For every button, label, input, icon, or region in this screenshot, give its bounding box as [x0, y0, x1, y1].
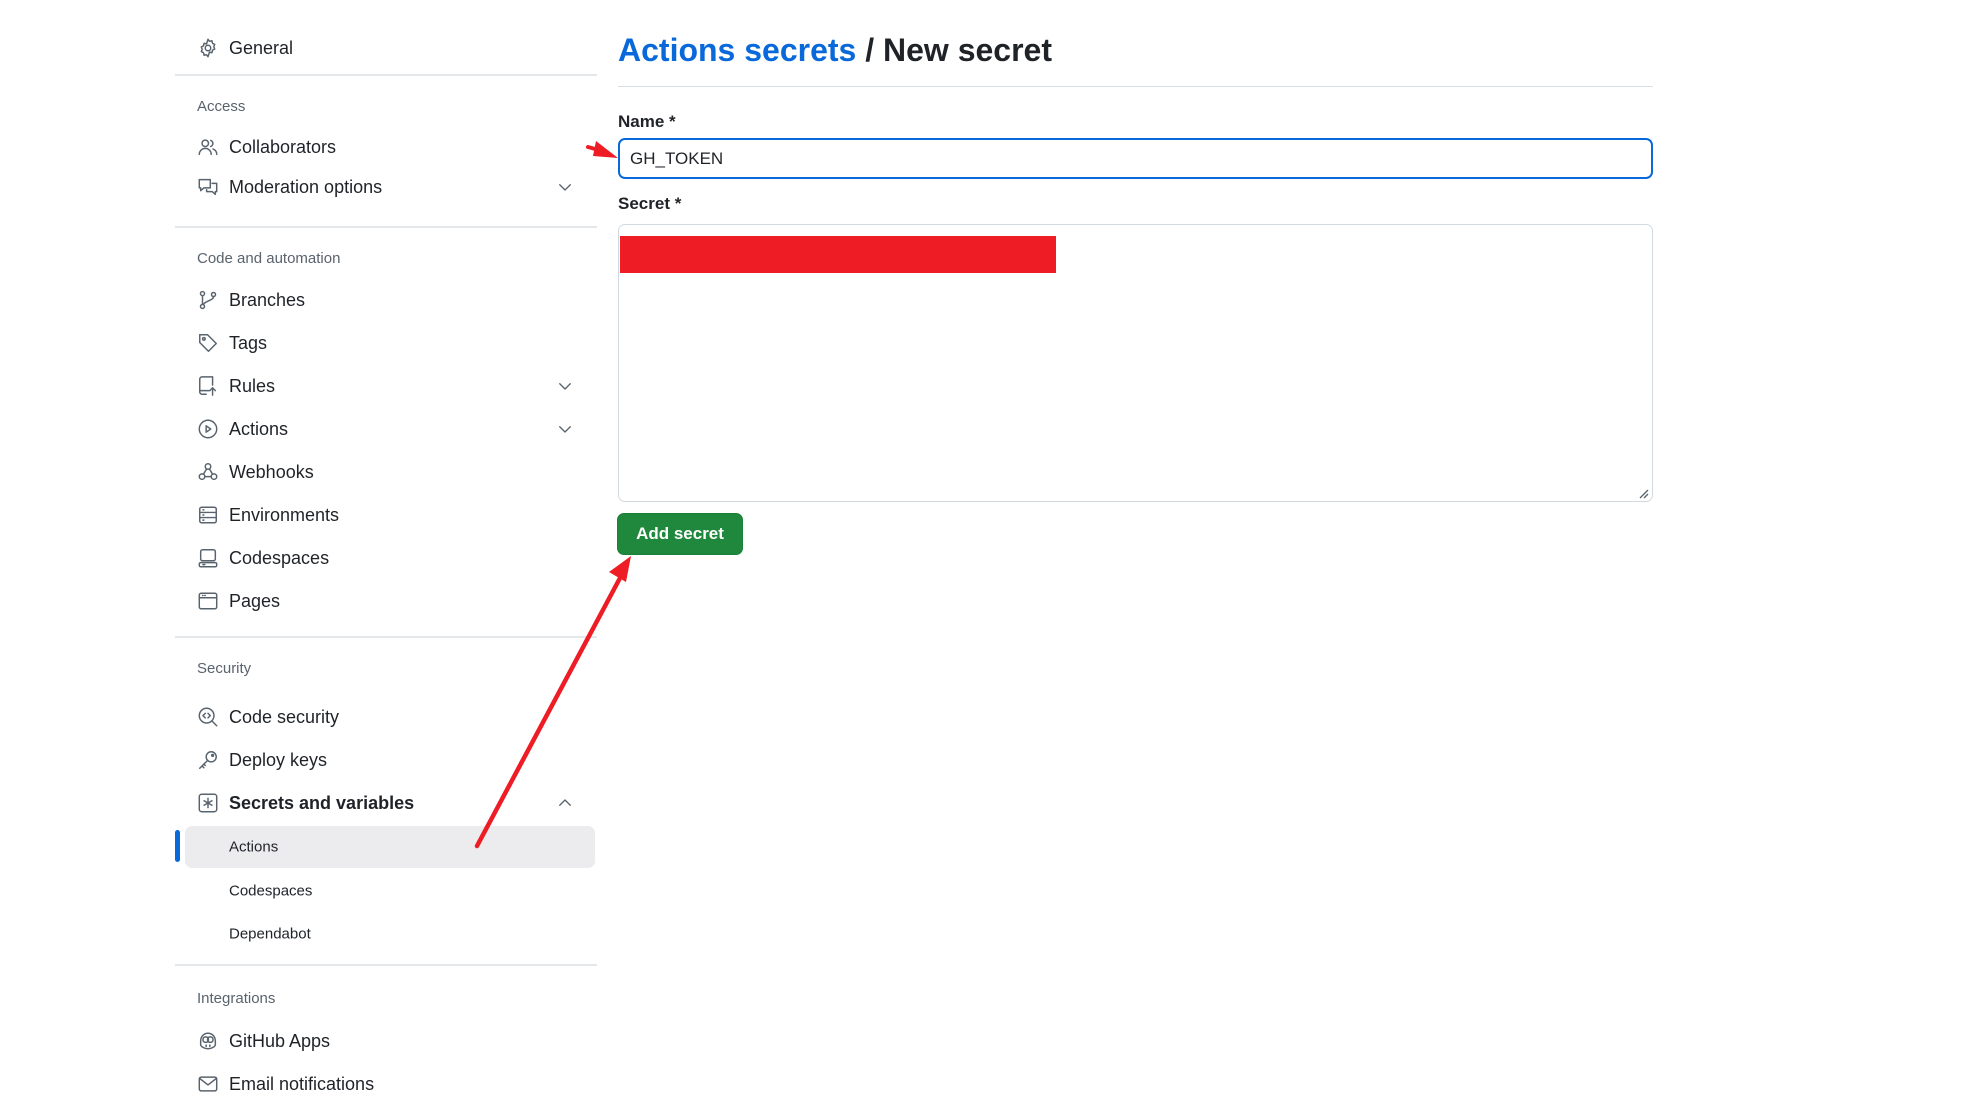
sidebar-item-email-notifications[interactable]: Email notifications: [175, 1064, 595, 1104]
sidebar-item-deploy-keys[interactable]: Deploy keys: [175, 740, 595, 780]
sidebar-item-rules[interactable]: Rules: [175, 366, 595, 406]
sidebar-divider: [175, 226, 597, 228]
active-indicator: [175, 830, 180, 862]
page-title: Actions secrets / New secret: [618, 32, 1052, 69]
sidebar-item-environments[interactable]: Environments: [175, 495, 595, 535]
resize-handle-icon[interactable]: [1637, 486, 1649, 499]
play-icon: [197, 418, 219, 440]
gear-icon: [197, 37, 219, 59]
sidebar-item-general[interactable]: General: [175, 28, 595, 68]
title-divider: [618, 86, 1653, 87]
secret-name-input[interactable]: [618, 138, 1653, 179]
chevron-down-icon[interactable]: [556, 420, 574, 438]
breadcrumb-link-actions-secrets[interactable]: Actions secrets: [618, 32, 856, 68]
sidebar-item-label: Branches: [229, 289, 306, 310]
asterisk-box-icon: [197, 792, 219, 814]
section-heading-code-automation: Code and automation: [197, 250, 341, 267]
chevron-up-icon[interactable]: [556, 794, 574, 812]
sidebar-subitem-codespaces[interactable]: Codespaces: [185, 870, 595, 912]
codescan-icon: [197, 706, 219, 728]
sidebar-item-secrets-and-variables[interactable]: Secrets and variables: [175, 783, 595, 823]
sidebar-item-branches[interactable]: Branches: [175, 280, 595, 320]
sidebar-subitem-actions[interactable]: Actions: [185, 826, 595, 868]
tag-icon: [197, 332, 219, 354]
sidebar-subitem-label: Dependabot: [229, 925, 311, 943]
sidebar-item-label: Environments: [229, 504, 340, 525]
sidebar-subitem-dependabot[interactable]: Dependabot: [185, 913, 595, 955]
repo-push-icon: [197, 375, 219, 397]
sidebar-item-codespaces[interactable]: Codespaces: [175, 538, 595, 578]
mail-icon: [197, 1073, 219, 1095]
sidebar-divider: [175, 964, 597, 966]
settings-page: General Access Collaborators Moderation …: [0, 0, 1962, 1105]
codespaces-icon: [197, 547, 219, 569]
sidebar-item-label: Secrets and variables: [229, 792, 415, 813]
sidebar-subitem-label: Codespaces: [229, 882, 313, 900]
sidebar-item-label: Collaborators: [229, 136, 337, 157]
people-icon: [197, 136, 219, 158]
key-icon: [197, 749, 219, 771]
copilot-icon: [197, 1030, 219, 1052]
sidebar-item-code-security[interactable]: Code security: [175, 697, 595, 737]
sidebar-subitem-label: Actions: [229, 838, 279, 856]
sidebar-item-tags[interactable]: Tags: [175, 323, 595, 363]
sidebar-item-label: Pages: [229, 590, 281, 611]
breadcrumb-separator: /: [865, 32, 875, 68]
comment-discussion-icon: [197, 176, 219, 198]
sidebar-item-label: Webhooks: [229, 461, 314, 482]
sidebar-item-label: GitHub Apps: [229, 1030, 331, 1051]
sidebar-item-label: General: [229, 37, 294, 58]
sidebar-item-label: Code security: [229, 706, 340, 727]
sidebar-item-actions[interactable]: Actions: [175, 409, 595, 449]
sidebar-divider: [175, 636, 597, 638]
breadcrumb-current: New secret: [883, 32, 1052, 68]
section-heading-access: Access: [197, 98, 246, 115]
server-icon: [197, 504, 219, 526]
webhook-icon: [197, 461, 219, 483]
sidebar-item-label: Deploy keys: [229, 749, 328, 770]
sidebar-item-label: Actions: [229, 418, 289, 439]
sidebar-item-webhooks[interactable]: Webhooks: [175, 452, 595, 492]
secret-field-label: Secret *: [618, 194, 682, 213]
chevron-down-icon[interactable]: [556, 178, 574, 196]
sidebar-item-label: Email notifications: [229, 1073, 375, 1094]
name-field-label: Name *: [618, 112, 676, 131]
secret-value-textarea[interactable]: [618, 224, 1653, 502]
sidebar-item-label: Moderation options: [229, 176, 383, 197]
sidebar-item-github-apps[interactable]: GitHub Apps: [175, 1021, 595, 1061]
sidebar-item-label: Tags: [229, 332, 268, 353]
sidebar-item-collaborators[interactable]: Collaborators: [175, 127, 595, 167]
redaction-box: [620, 236, 1056, 273]
browser-icon: [197, 590, 219, 612]
section-heading-security: Security: [197, 660, 252, 677]
sidebar-item-pages[interactable]: Pages: [175, 581, 595, 621]
git-branch-icon: [197, 289, 219, 311]
add-secret-button[interactable]: Add secret: [617, 513, 743, 555]
section-heading-integrations: Integrations: [197, 990, 276, 1007]
sidebar-item-moderation-options[interactable]: Moderation options: [175, 167, 595, 207]
sidebar-item-label: Rules: [229, 375, 276, 396]
sidebar-divider: [175, 74, 597, 76]
chevron-down-icon[interactable]: [556, 377, 574, 395]
sidebar-item-label: Codespaces: [229, 547, 330, 568]
